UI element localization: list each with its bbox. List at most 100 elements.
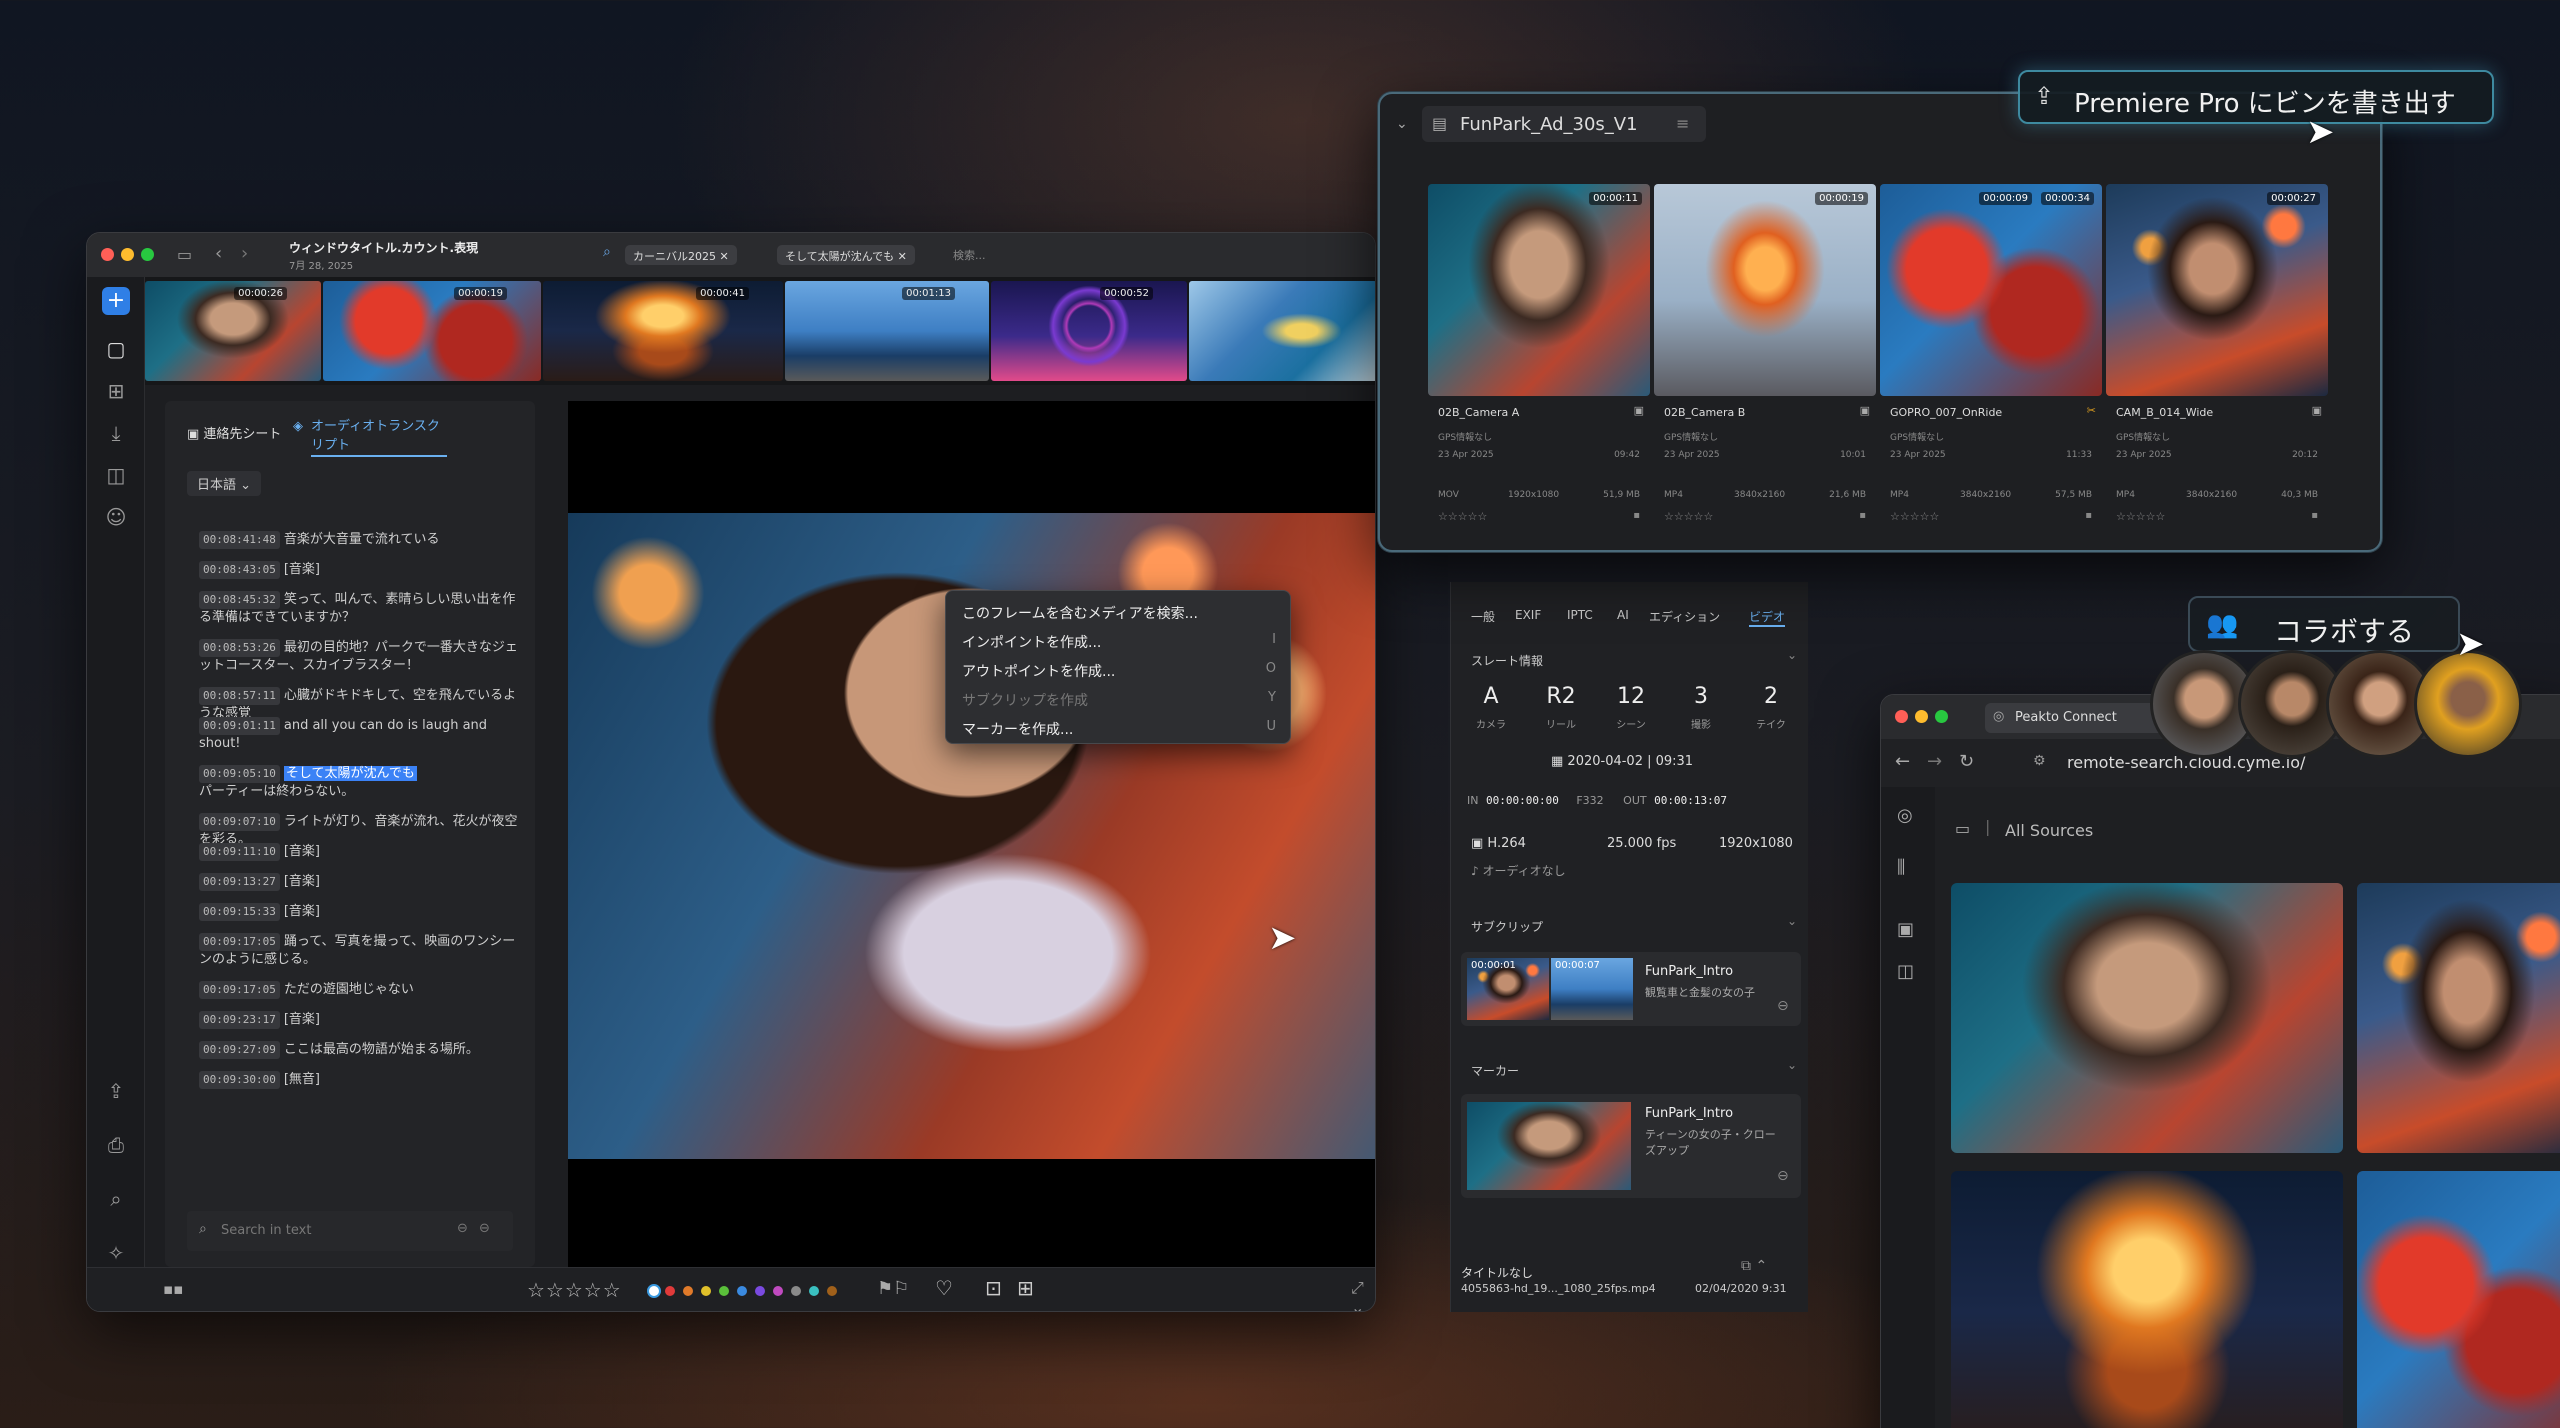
clip-thumbnail[interactable]: 00:00:34 00:00:09 bbox=[1880, 184, 2102, 396]
tab-exif[interactable]: EXIF bbox=[1515, 608, 1541, 622]
panel-toggle-icon[interactable]: ▭ bbox=[1955, 819, 1970, 838]
ai-search-icon[interactable]: ✧ bbox=[102, 1239, 130, 1267]
filmstrip-thumb[interactable]: 00:00:52 bbox=[991, 281, 1187, 381]
next-result-icon[interactable]: ⊖ bbox=[479, 1221, 490, 1236]
filmstrip-thumb[interactable]: 00:00:26 bbox=[145, 281, 321, 381]
color-label-swatch[interactable] bbox=[701, 1286, 711, 1296]
transcript-line[interactable]: 00:09:11:10 [音楽] bbox=[199, 843, 519, 861]
transcript-timestamp[interactable]: 00:09:13:27 bbox=[199, 873, 280, 891]
single-view-icon[interactable]: ▢ bbox=[102, 335, 130, 363]
tab-general[interactable]: 一般 bbox=[1471, 608, 1495, 625]
subclip-card[interactable]: 00:00:01 00:00:07 FunPark_Intro 観覧車と金髪の女… bbox=[1461, 952, 1801, 1026]
color-label-swatch[interactable] bbox=[809, 1286, 819, 1296]
filmstrip-thumb[interactable]: 00:00:41 bbox=[543, 281, 783, 381]
close-window-button[interactable] bbox=[101, 248, 114, 261]
color-label-swatch[interactable] bbox=[773, 1286, 783, 1296]
image-icon[interactable]: ▣ bbox=[1897, 919, 1914, 940]
transcript-timestamp[interactable]: 00:09:17:05 bbox=[199, 933, 280, 951]
transcript-timestamp[interactable]: 00:09:17:05 bbox=[199, 981, 280, 999]
transcript-line[interactable]: 00:09:13:27 [音楽] bbox=[199, 873, 519, 891]
expand-icon[interactable]: ⤢ ⌄ bbox=[1351, 1278, 1375, 1311]
bin-clip-card[interactable]: 00:00:11 02B_Camera A ▣ GPS情報なし 23 Apr 2025 0… bbox=[1428, 184, 1650, 546]
transcript-timestamp[interactable]: 00:08:57:11 bbox=[199, 687, 280, 705]
color-label-swatch[interactable] bbox=[719, 1286, 729, 1296]
transcript-line[interactable]: 00:08:41:48 音楽が大音量で流れている bbox=[199, 531, 519, 549]
search-chip-sunset[interactable]: そして太陽が沈んでも ✕ bbox=[777, 245, 915, 265]
heart-icon[interactable]: ♡ bbox=[935, 1276, 953, 1300]
menu-item-find-media[interactable]: このフレームを含むメディアを検索... bbox=[962, 603, 1198, 623]
clip-rating[interactable]: ☆☆☆☆☆ bbox=[2116, 510, 2165, 523]
transcript-timestamp[interactable]: 00:08:41:48 bbox=[199, 531, 280, 549]
color-label-swatch[interactable] bbox=[665, 1286, 675, 1296]
refresh-icon[interactable]: ◎ bbox=[1897, 805, 1913, 826]
forward-arrow-icon[interactable]: › bbox=[241, 243, 248, 264]
transcript-timestamp[interactable]: 00:09:05:10 bbox=[199, 765, 280, 783]
transcript-timestamp[interactable]: 00:09:15:33 bbox=[199, 903, 280, 921]
sidebar-toggle-icon[interactable]: ▭ bbox=[177, 245, 192, 264]
transcript-timestamp[interactable]: 00:09:23:17 bbox=[199, 1011, 280, 1029]
transcript-line[interactable]: 00:09:17:05 踊って、写真を撮って、映画のワンシーンのように感じる。 bbox=[199, 933, 519, 969]
chevron-down-icon[interactable]: ⌄ bbox=[1396, 116, 1408, 132]
people-icon[interactable]: ☺ bbox=[102, 503, 130, 531]
menu-item-subclip[interactable]: サブクリップを作成 Y bbox=[962, 690, 1276, 710]
avatar[interactable] bbox=[2414, 650, 2522, 758]
transcript-line[interactable]: 00:09:15:33 [音楽] bbox=[199, 903, 519, 921]
result-photo[interactable] bbox=[1951, 1171, 2343, 1428]
menu-item-marker[interactable]: マーカーを作成... U bbox=[962, 719, 1276, 739]
face-detect-icon[interactable]: ⊡ bbox=[985, 1276, 1002, 1300]
transcript-line[interactable]: 00:08:45:32 笑って、叫んで、素晴らしい思い出を作る準備はできていますか… bbox=[199, 591, 519, 627]
transcript-timestamp[interactable]: 00:08:43:05 bbox=[199, 561, 280, 579]
copy-icon[interactable]: ⧉ ⌃ bbox=[1741, 1258, 1767, 1274]
back-arrow-icon[interactable]: ‹ bbox=[215, 243, 222, 264]
site-settings-icon[interactable]: ⚙ bbox=[2033, 753, 2046, 769]
comment-icon[interactable]: ▪ bbox=[2085, 510, 2092, 521]
transcript-timestamp[interactable]: 00:09:30:00 bbox=[199, 1071, 280, 1089]
print-icon[interactable]: ⎙ bbox=[102, 1131, 130, 1159]
color-label-swatch[interactable] bbox=[791, 1286, 801, 1296]
search-icon[interactable]: ⌕ bbox=[603, 244, 611, 260]
clip-rating[interactable]: ☆☆☆☆☆ bbox=[1664, 510, 1713, 523]
zoom-window-button[interactable] bbox=[141, 248, 154, 261]
chevron-down-icon[interactable]: ⌄ bbox=[1787, 648, 1797, 662]
video-viewer[interactable] bbox=[568, 401, 1375, 1267]
comment-icon[interactable]: ▪ bbox=[1859, 510, 1866, 521]
map-icon[interactable]: ◫ bbox=[102, 461, 130, 489]
transcript-timestamp[interactable]: 00:09:11:10 bbox=[199, 843, 280, 861]
address-bar[interactable]: remote-search.cloud.cyme.io/ bbox=[2067, 753, 2305, 772]
view-toggle-icon[interactable]: ▪▪ bbox=[163, 1280, 183, 1298]
transcript-line[interactable]: 00:09:17:05 ただの遊園地じゃない bbox=[199, 981, 519, 999]
tab-audio-transcript[interactable]: ◈ オーディオトランスクリプト bbox=[293, 415, 447, 457]
filmstrip-thumb[interactable] bbox=[1189, 281, 1375, 381]
menu-item-out-point[interactable]: アウトポイントを作成... O bbox=[962, 661, 1276, 681]
comment-icon[interactable]: ▪ bbox=[1633, 510, 1640, 521]
color-label-swatch[interactable] bbox=[737, 1286, 747, 1296]
clip-rating[interactable]: ☆☆☆☆☆ bbox=[1890, 510, 1939, 523]
filmstrip-thumb[interactable]: 00:00:19 bbox=[323, 281, 541, 381]
import-icon[interactable]: ⤓ bbox=[102, 419, 130, 447]
transcript-timestamp[interactable]: 00:09:01:11 bbox=[199, 717, 280, 735]
color-label-swatch[interactable] bbox=[647, 1284, 661, 1298]
tab-ai[interactable]: AI bbox=[1617, 608, 1629, 622]
bin-clip-card[interactable]: 00:00:19 02B_Camera B ▣ GPS情報なし 23 Apr 2025 1… bbox=[1654, 184, 1876, 546]
more-options-icon[interactable]: ⊖ bbox=[1777, 998, 1789, 1014]
zoom-window-button[interactable] bbox=[1935, 710, 1948, 723]
search-in-text-input[interactable]: Search in text bbox=[221, 1223, 311, 1238]
marker-card[interactable]: FunPark_Intro ティーンの女の子・クローズアップ ⊖ bbox=[1461, 1094, 1801, 1198]
tab-edition[interactable]: エディション bbox=[1649, 608, 1720, 625]
search-media-icon[interactable]: ⌕ bbox=[102, 1185, 130, 1213]
library-icon[interactable]: ⫼ bbox=[1897, 857, 1905, 878]
transcript-timestamp[interactable]: 00:08:45:32 bbox=[199, 591, 280, 609]
color-label-swatch[interactable] bbox=[683, 1286, 693, 1296]
filmstrip-thumb[interactable]: 00:01:13 bbox=[785, 281, 989, 381]
tab-video[interactable]: ビデオ bbox=[1749, 608, 1786, 627]
close-window-button[interactable] bbox=[1895, 710, 1908, 723]
bin-clip-card[interactable]: 00:00:34 00:00:09 GOPRO_007_OnRide ✂ GPS情報なし… bbox=[1880, 184, 2102, 546]
clip-thumbnail[interactable]: 00:00:27 bbox=[2106, 184, 2328, 396]
scan-icon[interactable]: ⊞ bbox=[1017, 1276, 1034, 1300]
color-label-swatch[interactable] bbox=[755, 1286, 765, 1296]
collaborate-button[interactable]: 👥 コラボする bbox=[2188, 596, 2460, 652]
transcript-line[interactable]: 00:09:05:10 そして太陽が沈んでも パーティーは終わらない。 bbox=[199, 765, 519, 801]
transcript-search-box[interactable]: ⌕ Search in text ⊖ ⊖ bbox=[187, 1211, 513, 1251]
transcript-line[interactable]: 00:09:01:11 and all you can do is laugh a… bbox=[199, 717, 519, 753]
add-icon[interactable]: + bbox=[102, 287, 130, 315]
